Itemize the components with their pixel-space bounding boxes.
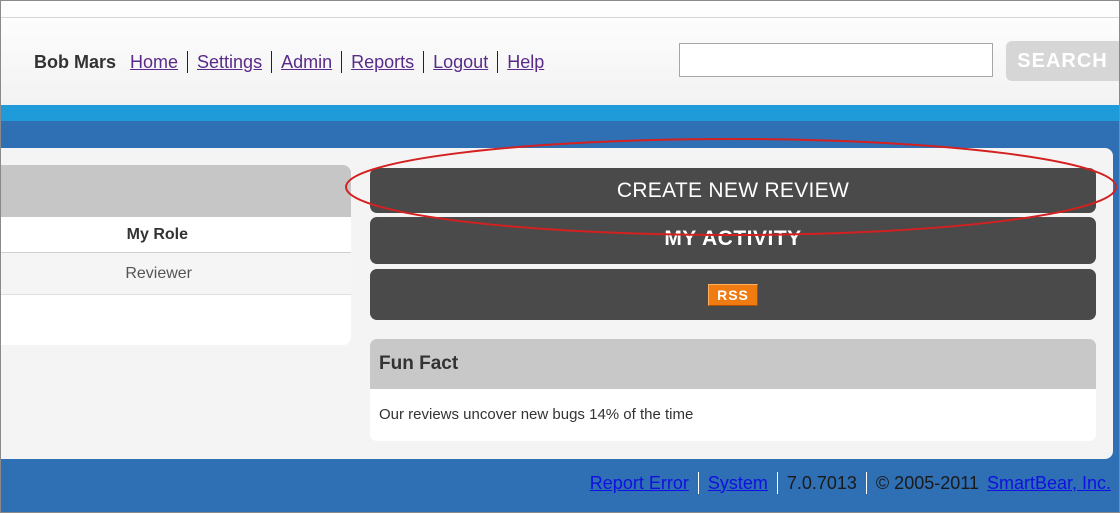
rss-button[interactable]: RSS (370, 269, 1096, 320)
version-text: 7.0.7013 (786, 472, 857, 493)
system-link[interactable]: System (708, 473, 768, 494)
create-new-review-button[interactable]: CREATE NEW REVIEW (370, 168, 1096, 213)
nav-home-link[interactable]: Home (130, 52, 178, 73)
nav-admin-link[interactable]: Admin (281, 52, 332, 73)
nav-separator (341, 51, 343, 73)
nav-reports-link[interactable]: Reports (351, 52, 414, 73)
nav-settings-link[interactable]: Settings (197, 52, 262, 73)
footer: Report Error System 7.0.7013 © 2005-2011… (590, 472, 1111, 494)
search-button[interactable]: SEARCH (1006, 41, 1119, 81)
footer-separator (865, 472, 867, 494)
role-cell: Reviewer (125, 264, 192, 282)
nav-separator (271, 51, 273, 73)
fun-fact-title: Fun Fact (370, 339, 1096, 389)
top-nav: Bob Mars Home Settings Admin Reports Log… (34, 51, 544, 73)
nav-separator (497, 51, 499, 73)
header-divider (1, 17, 1119, 18)
copyright-text: © 2005-2011 (875, 472, 979, 493)
nav-logout-link[interactable]: Logout (433, 52, 488, 73)
footer-separator (776, 472, 778, 494)
search-input[interactable] (679, 43, 993, 77)
my-activity-button[interactable]: MY ACTIVITY (370, 217, 1096, 264)
nav-separator (187, 51, 189, 73)
app-window: Bob Mars Home Settings Admin Reports Log… (0, 0, 1120, 513)
company-link[interactable]: SmartBear, Inc. (987, 473, 1111, 494)
header: Bob Mars Home Settings Admin Reports Log… (1, 1, 1119, 105)
table-row[interactable]: Reviewer (1, 253, 351, 295)
user-name: Bob Mars (34, 51, 117, 72)
rss-icon[interactable]: RSS (708, 283, 758, 306)
reviews-table: My Role Reviewer (1, 165, 351, 345)
nav-separator (423, 51, 425, 73)
report-error-link[interactable]: Report Error (590, 473, 689, 494)
nav-help-link[interactable]: Help (507, 52, 544, 73)
fun-fact-text: Our reviews uncover new bugs 14% of the … (379, 406, 694, 423)
column-header-my-role: My Role (1, 217, 351, 253)
fun-fact-card: Fun Fact Our reviews uncover new bugs 14… (370, 339, 1096, 441)
footer-separator (697, 472, 699, 494)
header-accent-bar (1, 105, 1119, 121)
reviews-table-header-bar (1, 165, 351, 217)
